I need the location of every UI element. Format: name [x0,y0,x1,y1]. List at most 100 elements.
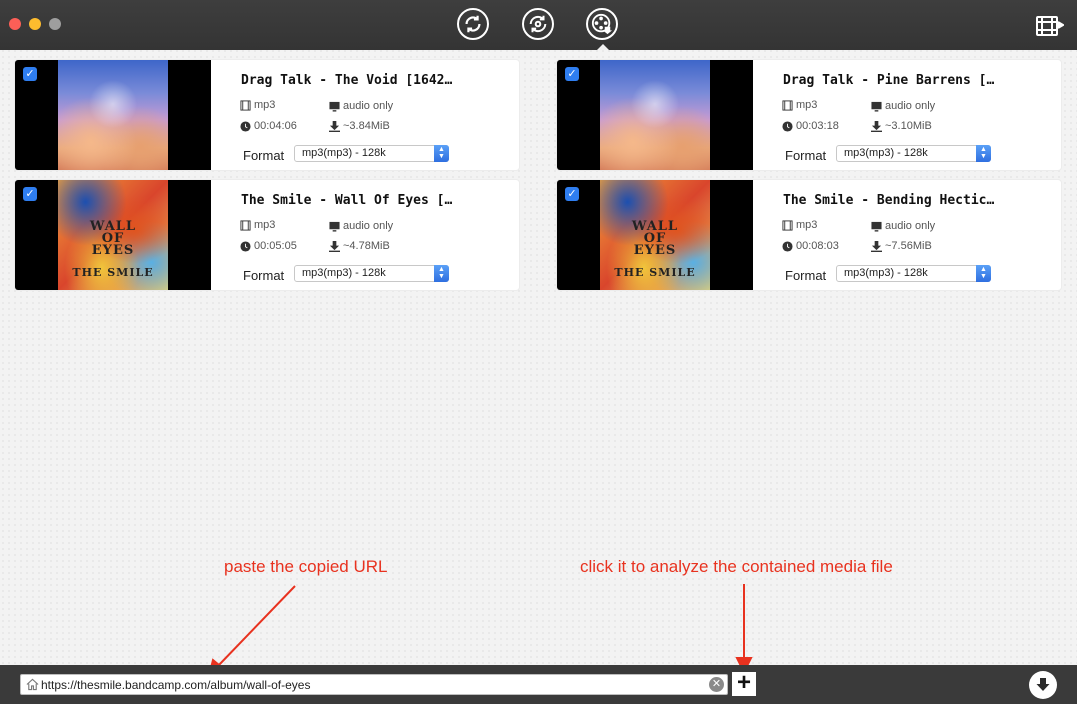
download-size-icon [871,240,882,252]
size-text: ~7.56MiB [885,240,932,252]
stepper-arrows-icon: ▲ ▼ [434,145,449,162]
album-art [600,60,710,170]
library-button[interactable] [1036,14,1065,38]
media-card: WALL OF EYES THE SMILE ✓ The Smile - Ben… [557,180,1061,290]
thumbnail: WALL OF EYES THE SMILE [557,180,753,290]
album-art-text: THE SMILE [72,266,154,279]
format-select-value: mp3(mp3) - 128k [844,267,928,279]
size-text: ~4.78MiB [343,240,390,252]
film-icon [782,219,793,231]
media-card: ✓ Drag Talk - The Void [1642… mp3 audio … [15,60,519,170]
download-size-icon [329,120,340,132]
type-info: audio only [871,100,935,112]
clock-icon [240,120,251,132]
format-label: Format [243,268,285,283]
download-button[interactable] [1029,671,1057,699]
select-checkbox[interactable]: ✓ [23,67,37,81]
type-text: audio only [885,220,936,232]
size-info: ~3.10MiB [871,120,932,132]
mode-download-button[interactable] [586,8,618,40]
select-checkbox[interactable]: ✓ [23,187,37,201]
size-text: ~3.84MiB [343,120,390,132]
media-card: ✓ Drag Talk - Pine Barrens [… mp3 audio … [557,60,1061,170]
bottom-bar: ✕ + [0,665,1077,704]
plus-icon: + [736,669,751,696]
thumbnail [557,60,753,170]
title-bar [0,0,1077,50]
format-info: mp3 [782,99,817,111]
duration-info: 00:04:06 [240,120,297,132]
format-select-value: mp3(mp3) - 128k [844,147,928,159]
stepper-arrows-icon: ▲ ▼ [976,145,991,162]
film-reel-download-icon [591,13,613,35]
annotation-analyze: click it to analyze the contained media … [580,557,893,576]
duration-info: 00:08:03 [782,240,839,252]
clear-url-button[interactable]: ✕ [709,677,724,692]
format-select-value: mp3(mp3) - 128k [302,267,386,279]
download-arrow-icon [1036,678,1050,691]
type-text: audio only [343,220,394,232]
annotation-paste-url: paste the copied URL [224,557,388,576]
minimize-window-button[interactable] [29,18,41,30]
url-field: ✕ [20,674,728,695]
format-info: mp3 [782,219,817,231]
duration-text: 00:08:03 [796,240,839,252]
url-input[interactable] [41,675,701,694]
stepper-arrows-icon: ▲ ▼ [434,265,449,282]
monitor-icon [329,101,340,112]
zoom-window-button[interactable] [49,18,61,30]
thumbnail [15,60,211,170]
format-label: Format [243,148,285,163]
mode-convert-alt-button[interactable] [522,8,554,40]
select-checkbox[interactable]: ✓ [565,187,579,201]
select-checkbox[interactable]: ✓ [565,67,579,81]
album-art-text: EYES [91,243,135,258]
close-window-button[interactable] [9,18,21,30]
clock-icon [782,240,793,252]
media-title: Drag Talk - Pine Barrens [… [783,73,995,88]
format-select[interactable]: mp3(mp3) - 128k ▲ ▼ [294,145,449,162]
format-text: mp3 [796,99,818,111]
format-info: mp3 [240,219,275,231]
mode-convert-button[interactable] [457,8,489,40]
duration-info: 00:03:18 [782,120,839,132]
format-label: Format [785,148,827,163]
duration-text: 00:04:06 [254,120,297,132]
size-info: ~4.78MiB [329,240,390,252]
album-art: WALL OF EYES THE SMILE [600,180,710,290]
duration-text: 00:03:18 [796,120,839,132]
media-title: Drag Talk - The Void [1642… [241,73,453,88]
duration-info: 00:05:05 [240,240,297,252]
duration-text: 00:05:05 [254,240,297,252]
format-select[interactable]: mp3(mp3) - 128k ▲ ▼ [294,265,449,282]
media-card: WALL OF EYES THE SMILE ✓ The Smile - Wal… [15,180,519,290]
film-icon [240,99,251,111]
size-text: ~3.10MiB [885,120,932,132]
monitor-icon [871,221,882,232]
film-icon [240,219,251,231]
film-library-icon [1036,16,1065,36]
size-info: ~7.56MiB [871,240,932,252]
refresh-icon [465,15,481,33]
home-icon [26,678,39,691]
download-size-icon [871,120,882,132]
type-info: audio only [329,220,393,232]
format-select[interactable]: mp3(mp3) - 128k ▲ ▼ [836,145,991,162]
monitor-icon [329,221,340,232]
format-select[interactable]: mp3(mp3) - 128k ▲ ▼ [836,265,991,282]
download-size-icon [329,240,340,252]
clear-icon: ✕ [711,678,722,690]
stepper-arrows-icon: ▲ ▼ [976,265,991,282]
album-art-text: EYES [633,243,677,258]
active-mode-indicator [597,44,609,50]
type-text: audio only [343,100,394,112]
media-title: The Smile - Bending Hectic… [783,193,995,208]
clock-icon [782,120,793,132]
monitor-icon [871,101,882,112]
add-analyze-button[interactable]: + [732,669,756,696]
format-text: mp3 [796,219,818,231]
album-art: WALL OF EYES THE SMILE [58,180,168,290]
type-info: audio only [329,100,393,112]
media-title: The Smile - Wall Of Eyes [… [241,193,453,208]
album-art-text: THE SMILE [614,266,696,279]
